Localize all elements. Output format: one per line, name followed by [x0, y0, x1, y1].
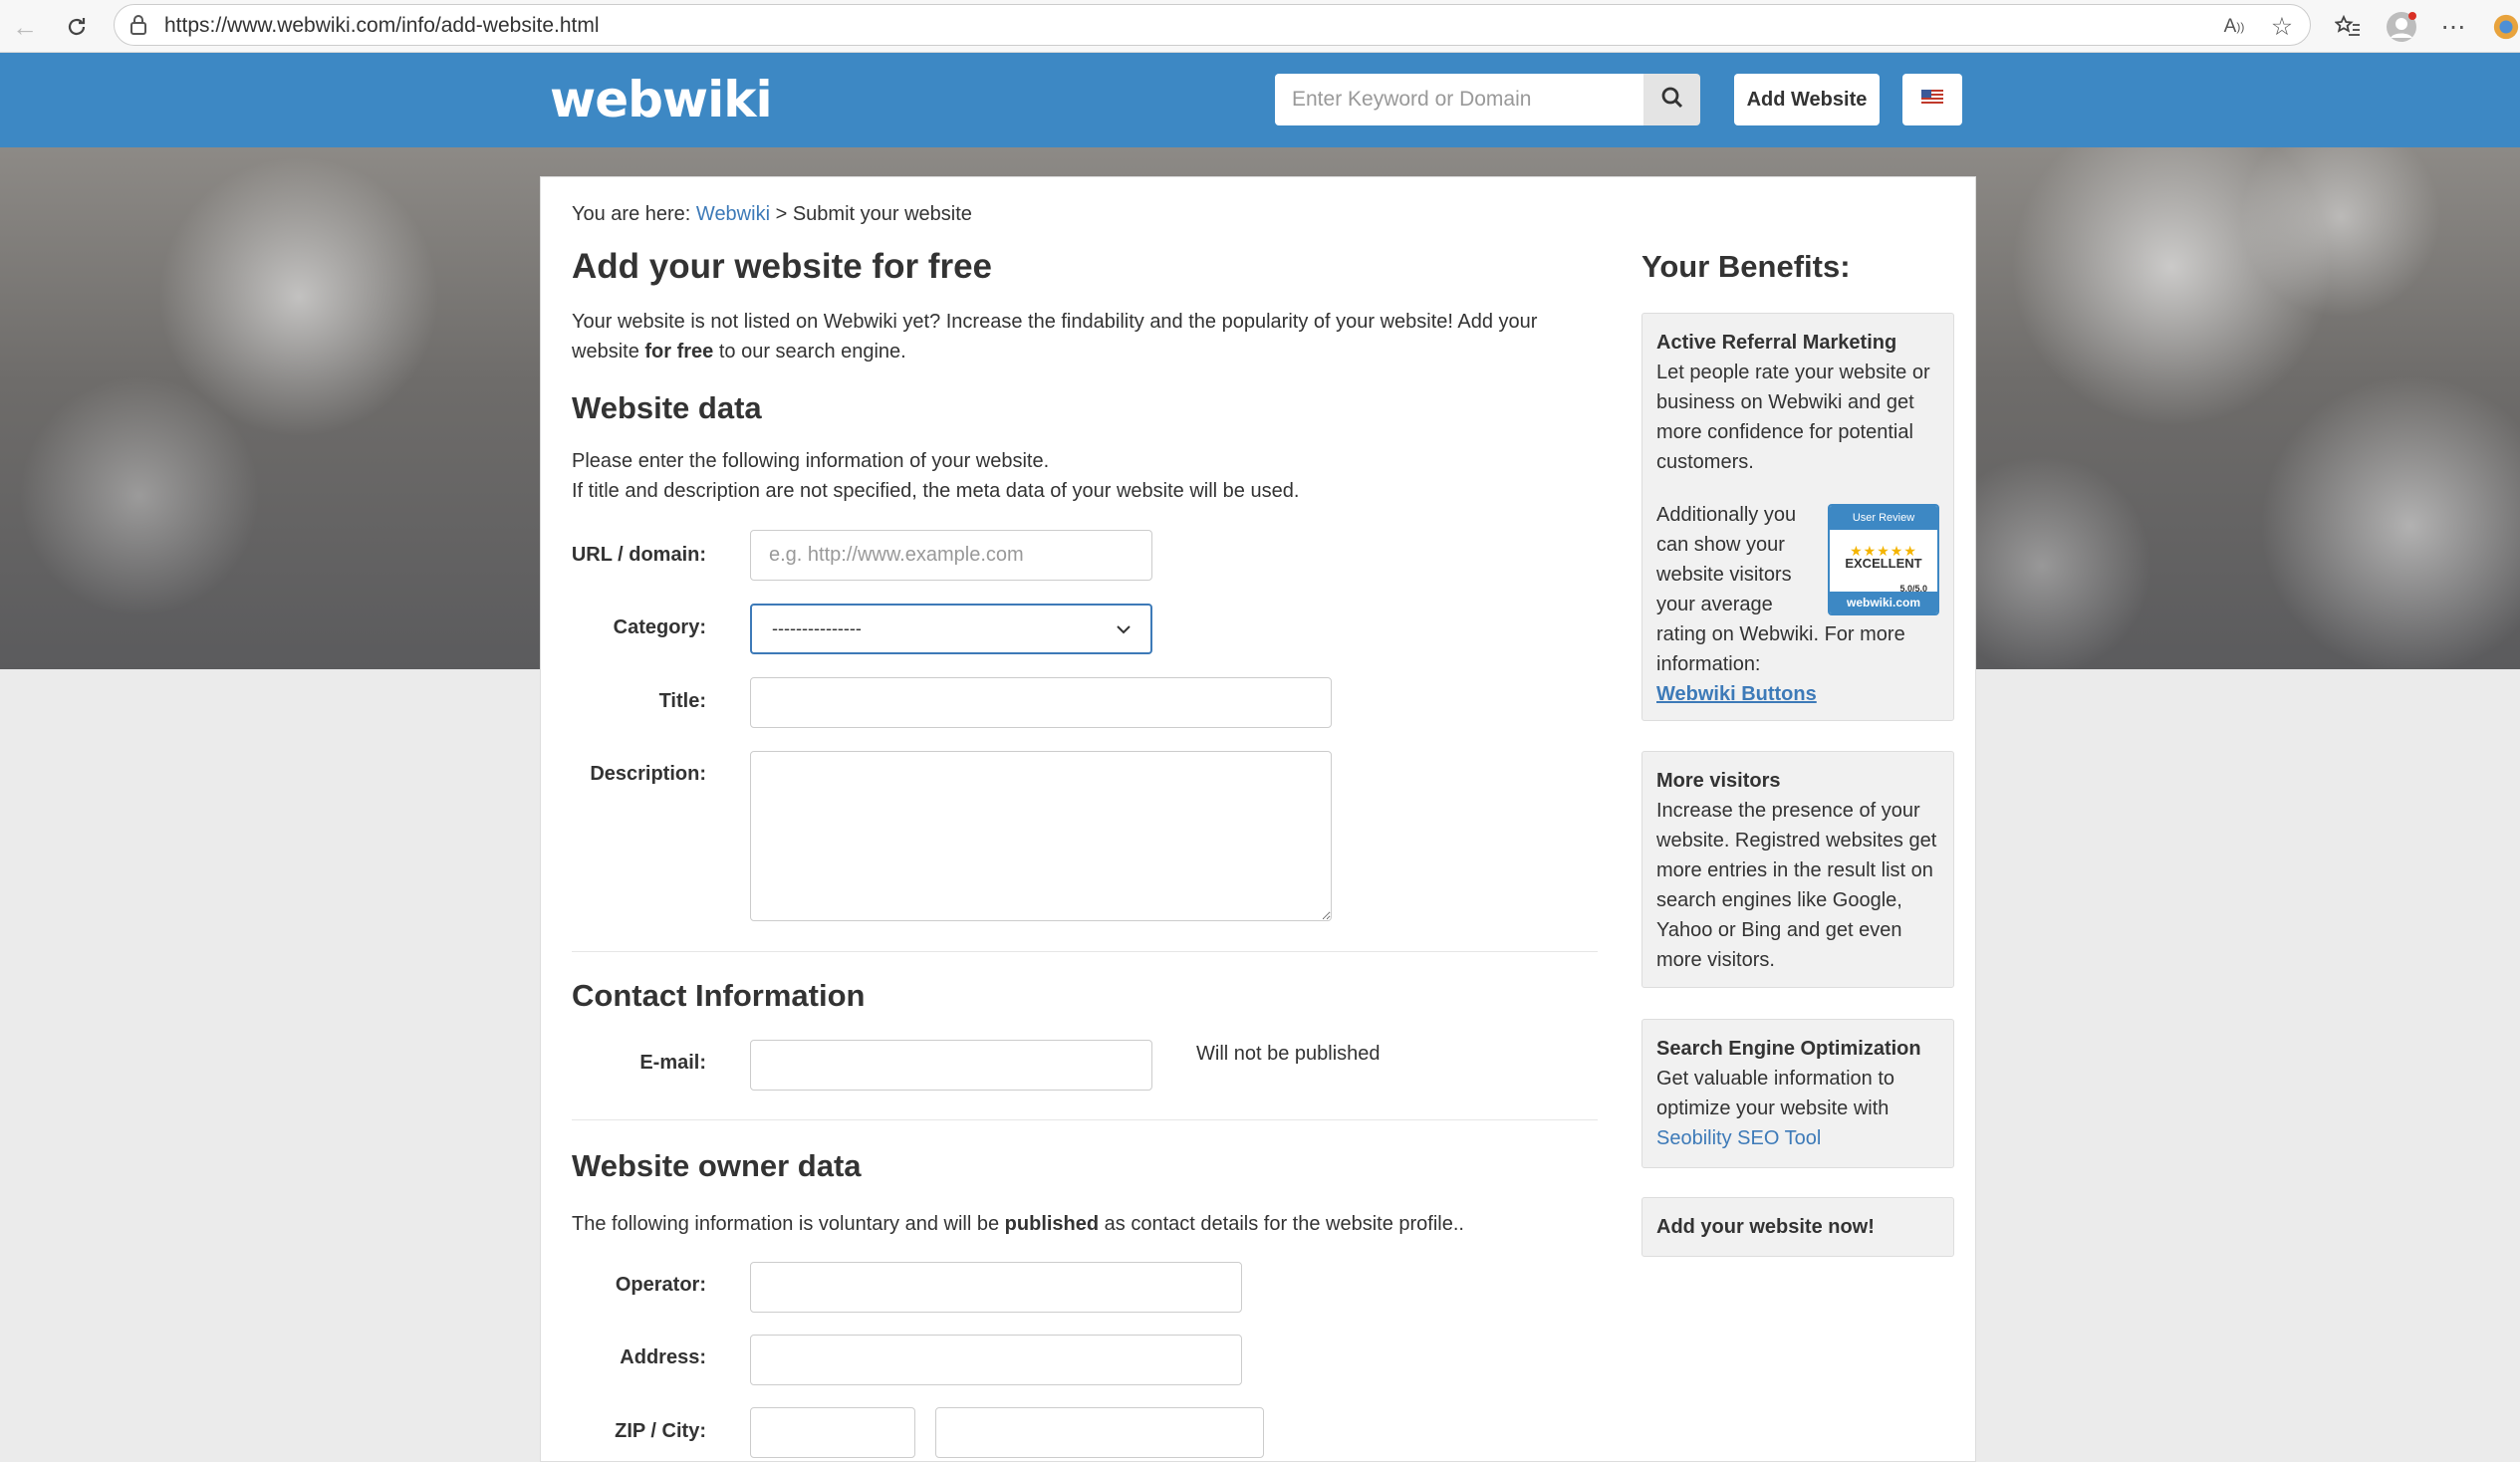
- breadcrumb-prefix: You are here:: [572, 203, 691, 225]
- email-note: Will not be published: [1196, 1043, 1381, 1065]
- search-icon: [1661, 87, 1683, 114]
- description-label: Description:: [590, 763, 706, 785]
- visitors-heading: More visitors: [1656, 770, 1781, 792]
- intro-text: Your website is not listed on Webwiki ye…: [572, 311, 1538, 363]
- city-input[interactable]: [935, 1407, 1264, 1458]
- search-button[interactable]: [1643, 74, 1700, 125]
- webwiki-buttons-link[interactable]: Webwiki Buttons: [1656, 683, 1817, 705]
- page-title: Add your website for free: [572, 247, 993, 286]
- language-button[interactable]: [1902, 74, 1962, 125]
- copilot-icon[interactable]: [2492, 8, 2520, 46]
- favorites-list-icon[interactable]: [2329, 8, 2367, 46]
- referral-text: Let people rate your website or business…: [1656, 362, 1930, 473]
- email-label: E-mail:: [639, 1052, 706, 1074]
- title-label: Title:: [658, 690, 706, 712]
- benefits-title: Your Benefits:: [1641, 249, 1851, 284]
- content-card: You are here: Webwiki > Submit your webs…: [540, 176, 1976, 1462]
- visitors-text: Increase the presence of your website. R…: [1656, 800, 1937, 971]
- referral-heading: Active Referral Marketing: [1656, 332, 1897, 354]
- webwiki-rating-badge[interactable]: User Review ★★★★★ EXCELLENT 5.0/5.0 webw…: [1828, 504, 1939, 615]
- site-header: webwiki Add Website: [0, 53, 2520, 147]
- badge-rating: EXCELLENT: [1845, 556, 1922, 571]
- browser-toolbar: ← https://www.webwiki.com/info/add-websi…: [0, 0, 2520, 53]
- badge-bottom-text: webwiki.com: [1830, 592, 1937, 613]
- us-flag-icon: [1921, 89, 1943, 111]
- website-data-line1: Please enter the following information o…: [572, 450, 1050, 472]
- badge-top-text: User Review: [1830, 506, 1937, 530]
- url-input[interactable]: [750, 530, 1152, 581]
- category-selected-value: ---------------: [772, 618, 862, 638]
- email-input[interactable]: [750, 1040, 1152, 1091]
- divider: [572, 1119, 1598, 1120]
- zip-input[interactable]: [750, 1407, 915, 1458]
- read-aloud-icon[interactable]: A)): [2215, 8, 2253, 46]
- url-label: URL / domain:: [571, 544, 706, 566]
- divider: [572, 951, 1598, 952]
- breadcrumb-current: Submit your website: [792, 203, 972, 225]
- operator-label: Operator:: [615, 1274, 706, 1296]
- website-data-heading: Website data: [572, 390, 762, 425]
- reload-icon[interactable]: [58, 8, 96, 46]
- seobility-link[interactable]: Seobility SEO Tool: [1656, 1127, 1821, 1149]
- add-website-now-text: Add your website now!: [1656, 1216, 1875, 1238]
- visitors-box: More visitors Increase the presence of y…: [1641, 751, 1954, 988]
- address-input[interactable]: [750, 1335, 1242, 1385]
- back-icon[interactable]: ←: [6, 8, 44, 46]
- breadcrumb-home-link[interactable]: Webwiki: [696, 203, 770, 225]
- contact-heading: Contact Information: [572, 978, 866, 1013]
- breadcrumb-separator: >: [775, 203, 788, 225]
- zip-city-label: ZIP / City:: [615, 1420, 706, 1442]
- seo-text: Get valuable information to optimize you…: [1656, 1068, 1895, 1119]
- seo-heading: Search Engine Optimization: [1656, 1038, 1921, 1060]
- owner-text: The following information is voluntary a…: [572, 1213, 1464, 1235]
- category-label: Category:: [613, 616, 706, 638]
- cta-box[interactable]: Add your website now!: [1641, 1197, 1954, 1257]
- title-input[interactable]: [750, 677, 1332, 728]
- profile-avatar-icon[interactable]: [2383, 8, 2420, 46]
- breadcrumb: You are here: Webwiki > Submit your webs…: [572, 203, 972, 226]
- description-textarea[interactable]: [750, 751, 1332, 921]
- chevron-down-icon: [1117, 618, 1131, 639]
- owner-heading: Website owner data: [572, 1148, 862, 1183]
- referral-box: Active Referral Marketing Let people rat…: [1641, 313, 1954, 721]
- address-bar[interactable]: https://www.webwiki.com/info/add-website…: [114, 4, 2311, 46]
- website-data-line2: If title and description are not specifi…: [572, 480, 1300, 502]
- webwiki-logo[interactable]: webwiki: [550, 71, 773, 128]
- seo-box: Search Engine Optimization Get valuable …: [1641, 1019, 1954, 1168]
- favorite-star-icon[interactable]: ☆: [2263, 8, 2301, 46]
- lock-icon: [128, 14, 148, 41]
- add-website-button[interactable]: Add Website: [1734, 74, 1880, 125]
- category-select[interactable]: ---------------: [750, 604, 1152, 654]
- search-input[interactable]: [1275, 74, 1643, 125]
- url-text: https://www.webwiki.com/info/add-website…: [164, 14, 600, 37]
- address-label: Address:: [620, 1346, 706, 1368]
- more-menu-icon[interactable]: ⋯: [2434, 8, 2472, 46]
- operator-input[interactable]: [750, 1262, 1242, 1313]
